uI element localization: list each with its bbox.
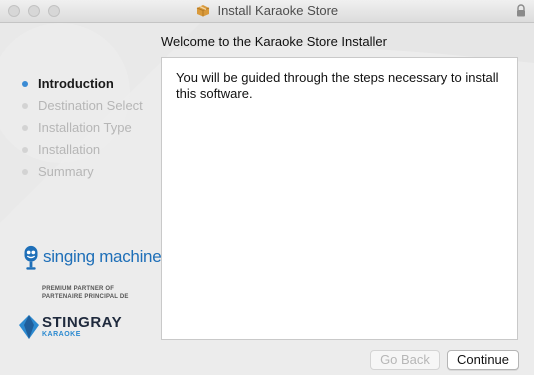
installer-window: Install Karaoke Store Introduction Desti… xyxy=(0,0,534,375)
step-label: Installation Type xyxy=(38,120,132,135)
continue-button[interactable]: Continue xyxy=(447,350,519,370)
singing-machine-logo: singing machine® xyxy=(43,247,167,267)
step-label: Destination Select xyxy=(38,98,143,113)
partner-line-en: PREMIUM PARTNER OF xyxy=(42,286,115,292)
window-title-group: Install Karaoke Store xyxy=(0,3,534,18)
step-dot-icon xyxy=(22,147,28,153)
step-label: Installation xyxy=(38,142,101,157)
step-label: Introduction xyxy=(38,76,114,91)
stingray-logo-sub: KARAOKE xyxy=(42,331,81,338)
step-dot-icon xyxy=(22,169,28,175)
partner-line-fr: PARTENAIRE PRINCIPAL DE xyxy=(42,294,129,300)
step-summary: Summary xyxy=(22,163,143,185)
microphone-icon xyxy=(24,245,38,270)
page-title: Welcome to the Karaoke Store Installer xyxy=(161,34,387,49)
stingray-logo-name: STINGRAY xyxy=(42,314,123,331)
package-icon xyxy=(196,5,210,17)
partner-text: PREMIUM PARTNER OF PARTENAIRE PRINCIPAL … xyxy=(42,285,152,301)
go-back-button[interactable]: Go Back xyxy=(370,350,440,370)
step-introduction: Introduction xyxy=(22,75,143,97)
singing-machine-name: singing machine xyxy=(43,247,162,266)
step-dot-icon xyxy=(22,81,28,87)
window-title: Install Karaoke Store xyxy=(217,3,339,18)
installer-steps: Introduction Destination Select Installa… xyxy=(22,75,143,185)
step-destination-select: Destination Select xyxy=(22,97,143,119)
stingray-icon xyxy=(19,315,39,339)
step-dot-icon xyxy=(22,125,28,131)
lock-icon xyxy=(517,4,525,17)
title-bar: Install Karaoke Store xyxy=(0,0,534,23)
intro-text: You will be guided through the steps nec… xyxy=(176,70,499,101)
content-panel: You will be guided through the steps nec… xyxy=(161,57,518,340)
step-installation-type: Installation Type xyxy=(22,119,143,141)
step-installation: Installation xyxy=(22,141,143,163)
step-label: Summary xyxy=(38,164,94,179)
step-dot-icon xyxy=(22,103,28,109)
